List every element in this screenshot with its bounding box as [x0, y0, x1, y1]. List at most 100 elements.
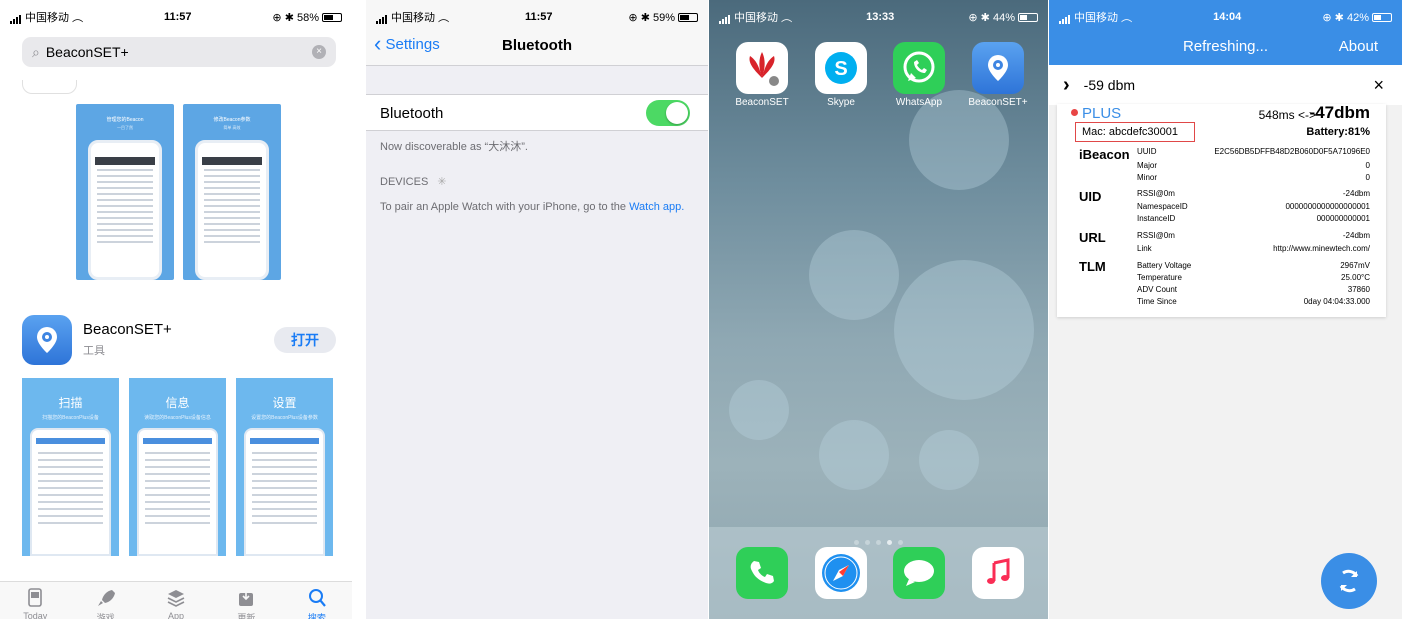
- tab-bar: Today 游戏 App 更新 搜索: [0, 581, 352, 619]
- battery-icon: [1017, 13, 1038, 23]
- messages-app[interactable]: [893, 547, 945, 599]
- open-button[interactable]: 打开: [274, 327, 336, 353]
- app-header: 中国移动 ︵ 14:04 ⊕ ✱ 42% Refreshing... About: [1049, 0, 1402, 65]
- tab-apps[interactable]: App: [141, 582, 211, 619]
- kv-row: ADV Count 37860: [1137, 285, 1370, 296]
- status-bar: 中国移动 ︵ 11:57 ⊕ ✱ 58%: [0, 0, 352, 34]
- battery-percent: 44%: [992, 11, 1015, 24]
- today-icon: [28, 588, 43, 607]
- music-app[interactable]: [972, 547, 1024, 599]
- tab-label: 更新: [237, 613, 256, 619]
- tab-label: 游戏: [96, 613, 115, 619]
- section-title: iBeacon: [1079, 147, 1130, 162]
- device-name: PLUS: [1071, 105, 1121, 122]
- bluetooth-label: Bluetooth: [380, 105, 444, 122]
- wallpaper-bubble: [809, 230, 899, 320]
- scroll-remnant: [22, 80, 77, 94]
- chevron-right-icon[interactable]: ›: [1063, 75, 1070, 95]
- kv-key: RSSI@0m: [1137, 189, 1175, 198]
- lock-rotation-icon: ⊕: [968, 11, 978, 24]
- kv-key: Temperature: [1137, 273, 1182, 282]
- kv-value: E2C56DB5DFFB48D2B060D0F5A71096E0: [1214, 147, 1370, 156]
- whatsapp-icon: [903, 51, 935, 83]
- rocket-icon: [97, 590, 115, 606]
- signal-icon: [719, 12, 731, 25]
- kv-row: Battery Voltage 2967mV: [1137, 261, 1370, 272]
- watch-pair-description: To pair an Apple Watch with your iPhone,…: [380, 201, 630, 213]
- search-input[interactable]: ⌕ BeaconSET+ ×: [22, 37, 336, 67]
- whatsapp-app[interactable]: [893, 42, 945, 94]
- status-dot-icon: [1071, 109, 1078, 116]
- kv-row: Major 0: [1137, 161, 1370, 172]
- kv-row: Link http://www.minewtech.com/: [1137, 244, 1370, 255]
- app-label: BeaconSET+: [968, 97, 1028, 108]
- tab-today[interactable]: Today: [0, 582, 70, 619]
- safari-app[interactable]: [815, 547, 867, 599]
- battery-icon: [1371, 13, 1392, 23]
- screenshot-title: 信息: [165, 396, 190, 410]
- battery-percent: 59%: [652, 11, 675, 24]
- navigation-bar: ‹ Settings Bluetooth: [366, 26, 708, 66]
- refresh-button[interactable]: [1321, 553, 1377, 609]
- beaconset-plus-screen: 中国移动 ︵ 14:04 ⊕ ✱ 42% Refreshing... About…: [1049, 0, 1402, 619]
- messages-icon: [904, 560, 934, 586]
- clock: 11:57: [163, 11, 192, 23]
- beaconset-app[interactable]: [736, 42, 788, 94]
- tab-updates[interactable]: 更新: [211, 582, 281, 619]
- search-icon: ⌕: [32, 43, 40, 60]
- kv-key: Major: [1137, 161, 1158, 170]
- carrier-label: 中国移动: [1074, 12, 1118, 24]
- bluetooth-toggle[interactable]: [646, 100, 690, 126]
- beaconset-plus-app[interactable]: [972, 42, 1024, 94]
- app-screenshot[interactable]: 管理您的Beacon 一目了然: [76, 104, 174, 280]
- kv-key: Minor: [1137, 173, 1158, 182]
- beaconset-plus-app-icon[interactable]: [22, 315, 72, 365]
- svg-text:S: S: [834, 58, 847, 80]
- lock-rotation-icon: ⊕: [1322, 11, 1332, 24]
- clock: 14:04: [1213, 11, 1242, 23]
- bluetooth-row: Bluetooth: [366, 94, 708, 131]
- page-title: Bluetooth: [502, 37, 572, 54]
- skype-app[interactable]: S: [815, 42, 867, 94]
- refresh-icon: [1339, 569, 1359, 593]
- tab-label: App: [168, 611, 185, 619]
- tab-games[interactable]: 游戏: [70, 582, 140, 619]
- tab-label: Today: [23, 611, 48, 619]
- kv-value: 0: [1365, 161, 1370, 170]
- kv-row: Time Since 0day 04:04:33.000: [1137, 297, 1370, 308]
- wallpaper-bubble: [819, 420, 889, 490]
- beacon-device-card[interactable]: PLUS 548ms <-> -47dbm Mac: abcdefc30001 …: [1057, 103, 1386, 317]
- rssi-filter-bar[interactable]: › -59 dbm ×: [1049, 65, 1402, 105]
- kv-value: 0day 04:04:33.000: [1303, 297, 1370, 306]
- beaconset-icon: [749, 52, 779, 86]
- tab-search[interactable]: 搜索: [282, 582, 352, 619]
- bluetooth-icon: ✱: [1334, 11, 1344, 24]
- kv-value: 0: [1365, 173, 1370, 182]
- phone-icon: [750, 561, 774, 584]
- kv-key: UUID: [1137, 147, 1157, 156]
- gear-pin-icon: [37, 327, 57, 353]
- phone-app[interactable]: [736, 547, 788, 599]
- wifi-icon: ︵: [781, 12, 793, 24]
- kv-row: RSSI@0m -24dbm: [1137, 231, 1370, 242]
- kv-key: NamespaceID: [1137, 202, 1188, 211]
- wallpaper-bubble: [919, 430, 979, 490]
- app-screenshot-settings[interactable]: 设置 设置您的BeaconPlus设备参数: [236, 378, 333, 556]
- device-rssi: -47dbm: [1309, 103, 1370, 122]
- carrier-label: 中国移动: [391, 12, 435, 24]
- about-button[interactable]: About: [1339, 38, 1378, 55]
- bluetooth-settings-screen: 中国移动 ︵ 11:57 ⊕ ✱ 59% ‹ Settings Bluetoot…: [366, 0, 708, 619]
- watch-app-link[interactable]: Watch app.: [629, 201, 684, 213]
- clock: 13:33: [866, 11, 895, 23]
- battery-percent: 42%: [1346, 11, 1369, 24]
- clock: 11:57: [524, 11, 553, 23]
- wifi-icon: ︵: [72, 12, 84, 24]
- screenshot-subtitle: 设置您的BeaconPlus设备参数: [251, 415, 318, 421]
- app-screenshot-info[interactable]: 信息 读取您的BeaconPlus设备信息: [129, 378, 226, 556]
- app-screenshot[interactable]: 修改Beacon参数 简单 高效: [183, 104, 281, 280]
- status-bar: 中国移动 ︵ 14:04 ⊕ ✱ 42%: [1049, 0, 1402, 34]
- close-filter-button[interactable]: ×: [1373, 75, 1384, 96]
- app-label: BeaconSET: [735, 97, 789, 108]
- clear-search-button[interactable]: ×: [312, 45, 326, 59]
- app-screenshot-scan[interactable]: 扫描 扫描您的BeaconPlus设备: [22, 378, 119, 556]
